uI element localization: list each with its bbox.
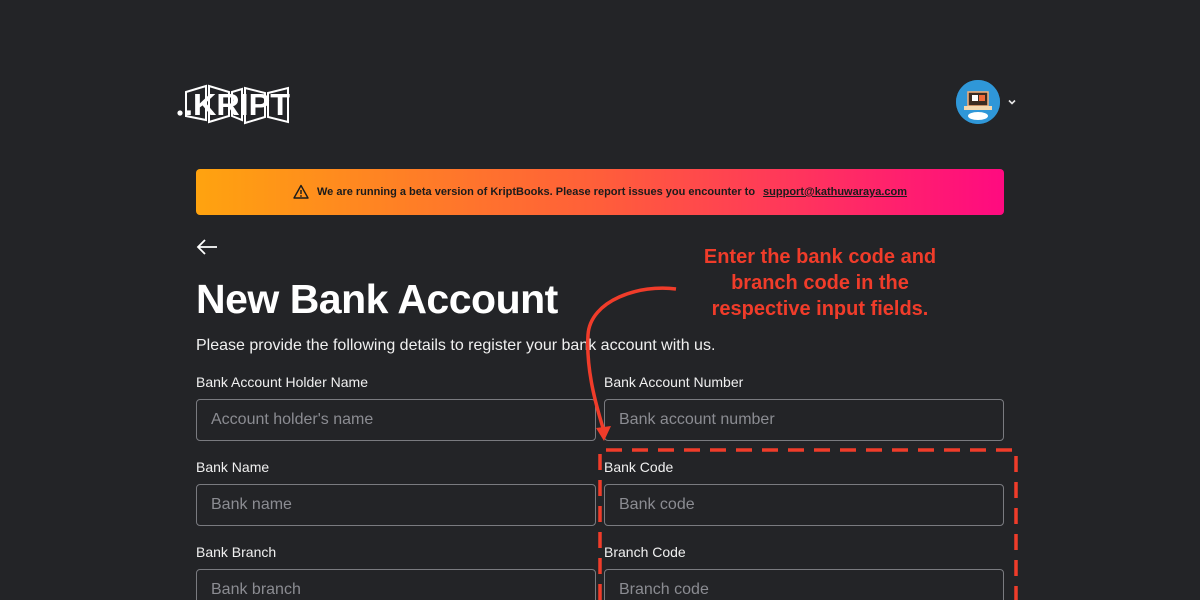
bank-code-input[interactable] xyxy=(604,484,1004,526)
bank-branch-input[interactable] xyxy=(196,569,596,600)
page-subtitle: Please provide the following details to … xyxy=(196,337,716,354)
branch-code-input[interactable] xyxy=(604,569,1004,600)
holder-name-label: Bank Account Holder Name xyxy=(196,374,368,390)
annotation-text: Enter the bank code and branch code in t… xyxy=(703,246,937,320)
kript-logo[interactable]: .KRIPT xyxy=(176,80,294,128)
user-menu-button[interactable] xyxy=(956,80,1018,124)
bank-name-input[interactable] xyxy=(196,484,596,526)
branch-code-label: Branch Code xyxy=(604,544,686,560)
user-avatar-icon[interactable] xyxy=(956,80,1000,124)
page: .KRIPT We are running a beta version of … xyxy=(0,0,1200,600)
page-title: New Bank Account xyxy=(196,276,558,322)
bank-name-label: Bank Name xyxy=(196,459,270,475)
logo-text: .KRIPT xyxy=(184,87,290,122)
bank-code-label: Bank Code xyxy=(604,459,674,475)
holder-name-input[interactable] xyxy=(196,399,596,441)
account-number-label: Bank Account Number xyxy=(604,374,744,390)
beta-banner: We are running a beta version of KriptBo… xyxy=(196,169,1004,215)
arrow-left-icon[interactable] xyxy=(196,238,218,256)
chevron-down-icon[interactable] xyxy=(1006,96,1018,108)
support-email-link[interactable]: support@kathuwaraya.com xyxy=(763,186,907,198)
banner-message: We are running a beta version of KriptBo… xyxy=(316,186,756,198)
account-number-input[interactable] xyxy=(604,399,1004,441)
warning-icon xyxy=(293,184,309,199)
bank-branch-label: Bank Branch xyxy=(196,544,277,560)
